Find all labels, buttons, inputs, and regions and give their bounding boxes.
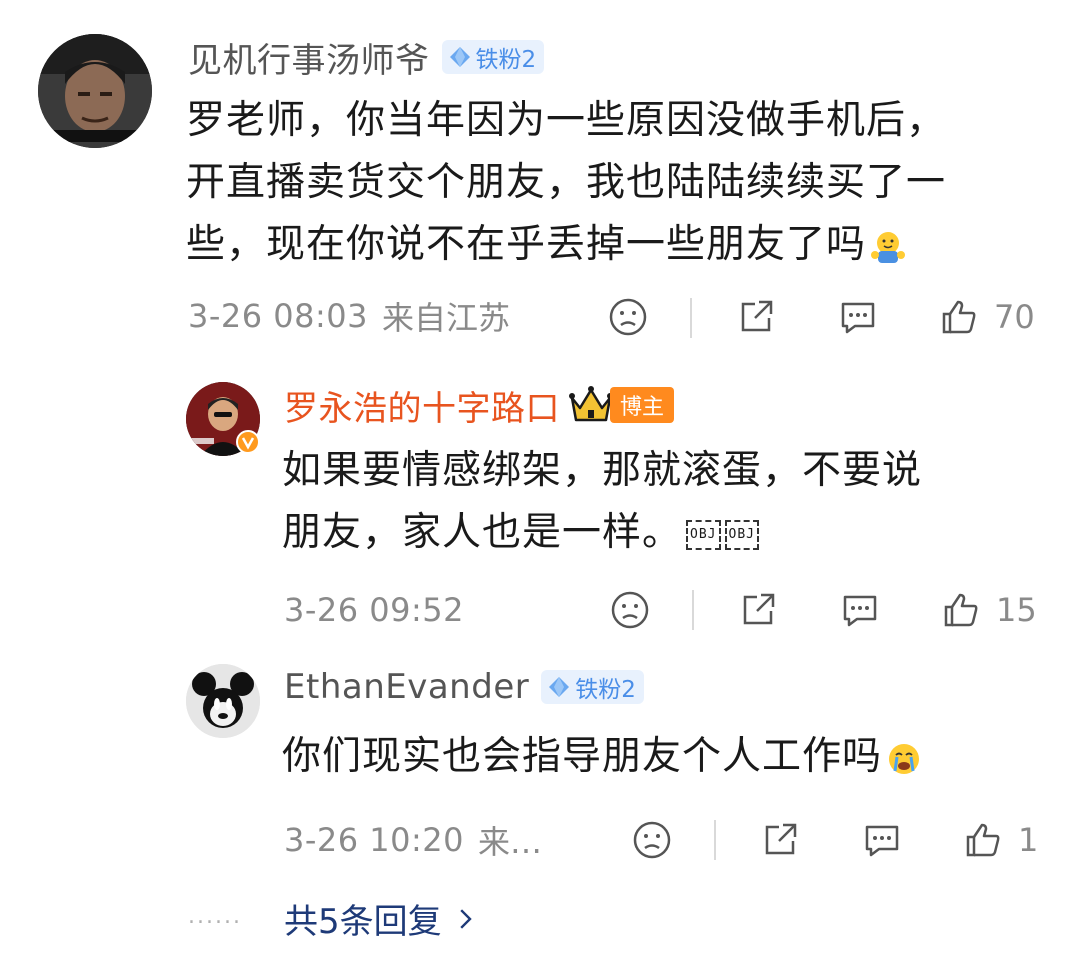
diamond-icon xyxy=(449,47,470,67)
sad-face-icon xyxy=(609,298,647,336)
location: 来… xyxy=(478,823,543,861)
like-count: 15 xyxy=(996,591,1037,629)
text-line: 罗老师，你当年因为一些原因没做手机后， xyxy=(186,98,947,143)
like-button[interactable]: 70 xyxy=(938,292,1035,342)
text-line-content: 朋友，家人也是一样。 xyxy=(282,510,683,555)
fan-badge[interactable]: 铁粉2 xyxy=(441,40,545,74)
like-button[interactable]: 15 xyxy=(940,585,1037,635)
avatar[interactable] xyxy=(38,34,152,148)
author-badge: 博主 xyxy=(610,387,675,423)
thumbs-up-icon xyxy=(944,593,978,627)
share-icon xyxy=(741,300,773,332)
dislike-button[interactable] xyxy=(608,588,652,632)
share-button[interactable] xyxy=(758,818,802,862)
share-icon xyxy=(743,593,775,625)
comment-text: 罗老师，你当年因为一些原因没做手机后， 开直播卖货交个朋友，我也陆陆续续买了一 … xyxy=(186,90,1056,276)
text-line: 些，现在你说不在乎丢掉一些朋友了吗 xyxy=(186,214,1056,276)
indent-dots: ...... xyxy=(188,904,242,929)
share-button[interactable] xyxy=(734,295,778,339)
comment-icon xyxy=(865,825,899,857)
chevron-right-icon xyxy=(459,908,472,929)
text-line-content: 你们现实也会指导朋友个人工作吗 xyxy=(282,734,883,779)
reply-button[interactable] xyxy=(860,818,904,862)
text-line: 开直播卖货交个朋友，我也陆陆续续买了一 xyxy=(186,160,947,205)
reply-button[interactable] xyxy=(838,588,882,632)
crying-emoji-icon xyxy=(889,743,920,774)
comment-icon xyxy=(841,302,875,334)
more-replies-label: 共5条回复 xyxy=(284,902,442,942)
share-icon xyxy=(765,823,797,855)
object-placeholder: OBJ xyxy=(724,519,759,550)
divider xyxy=(692,590,694,630)
like-button[interactable]: 1 xyxy=(962,815,1038,865)
divider xyxy=(690,298,692,338)
thumbs-up-icon xyxy=(942,300,976,334)
sad-face-icon xyxy=(611,591,649,629)
like-count: 1 xyxy=(1018,821,1039,859)
verified-icon xyxy=(236,430,260,454)
hug-emoji-icon xyxy=(871,231,906,263)
comment-text: 你们现实也会指导朋友个人工作吗 xyxy=(282,726,1062,788)
comment-text: 如果要情感绑架，那就滚蛋，不要说 朋友，家人也是一样。 OBJ OBJ xyxy=(282,440,1062,564)
location: 来自江苏 xyxy=(382,299,511,337)
object-placeholder: OBJ xyxy=(686,519,721,550)
badge-label: 铁粉2 xyxy=(475,47,537,73)
text-line: 你们现实也会指导朋友个人工作吗 xyxy=(282,726,1062,788)
badge-label: 铁粉2 xyxy=(575,677,636,703)
username[interactable]: EthanEvander xyxy=(284,667,529,707)
dislike-button[interactable] xyxy=(606,295,650,339)
more-replies-link[interactable]: 共5条回复 xyxy=(284,894,474,943)
username[interactable]: 罗永浩的十字路口 xyxy=(284,381,560,430)
username[interactable]: 见机行事汤师爷 xyxy=(188,33,430,82)
avatar[interactable] xyxy=(186,664,260,738)
fan-badge[interactable]: 铁粉2 xyxy=(541,670,644,704)
divider xyxy=(714,820,716,860)
text-line-content: 些，现在你说不在乎丢掉一些朋友了吗 xyxy=(186,222,867,267)
reply-button[interactable] xyxy=(836,295,880,339)
thumbs-up-icon xyxy=(966,823,1000,857)
timestamp: 3-26 10:20 xyxy=(284,821,465,859)
timestamp: 3-26 09:52 xyxy=(284,591,465,629)
crown-icon xyxy=(569,386,613,422)
diamond-icon xyxy=(549,677,570,697)
text-line: 如果要情感绑架，那就滚蛋，不要说 xyxy=(282,448,923,493)
comment-icon xyxy=(843,595,877,627)
text-line: 朋友，家人也是一样。 OBJ OBJ xyxy=(282,502,1062,564)
share-button[interactable] xyxy=(736,588,780,632)
like-count: 70 xyxy=(994,298,1035,336)
dislike-button[interactable] xyxy=(630,818,674,862)
timestamp: 3-26 08:03 xyxy=(188,297,369,335)
sad-face-icon xyxy=(633,821,671,859)
